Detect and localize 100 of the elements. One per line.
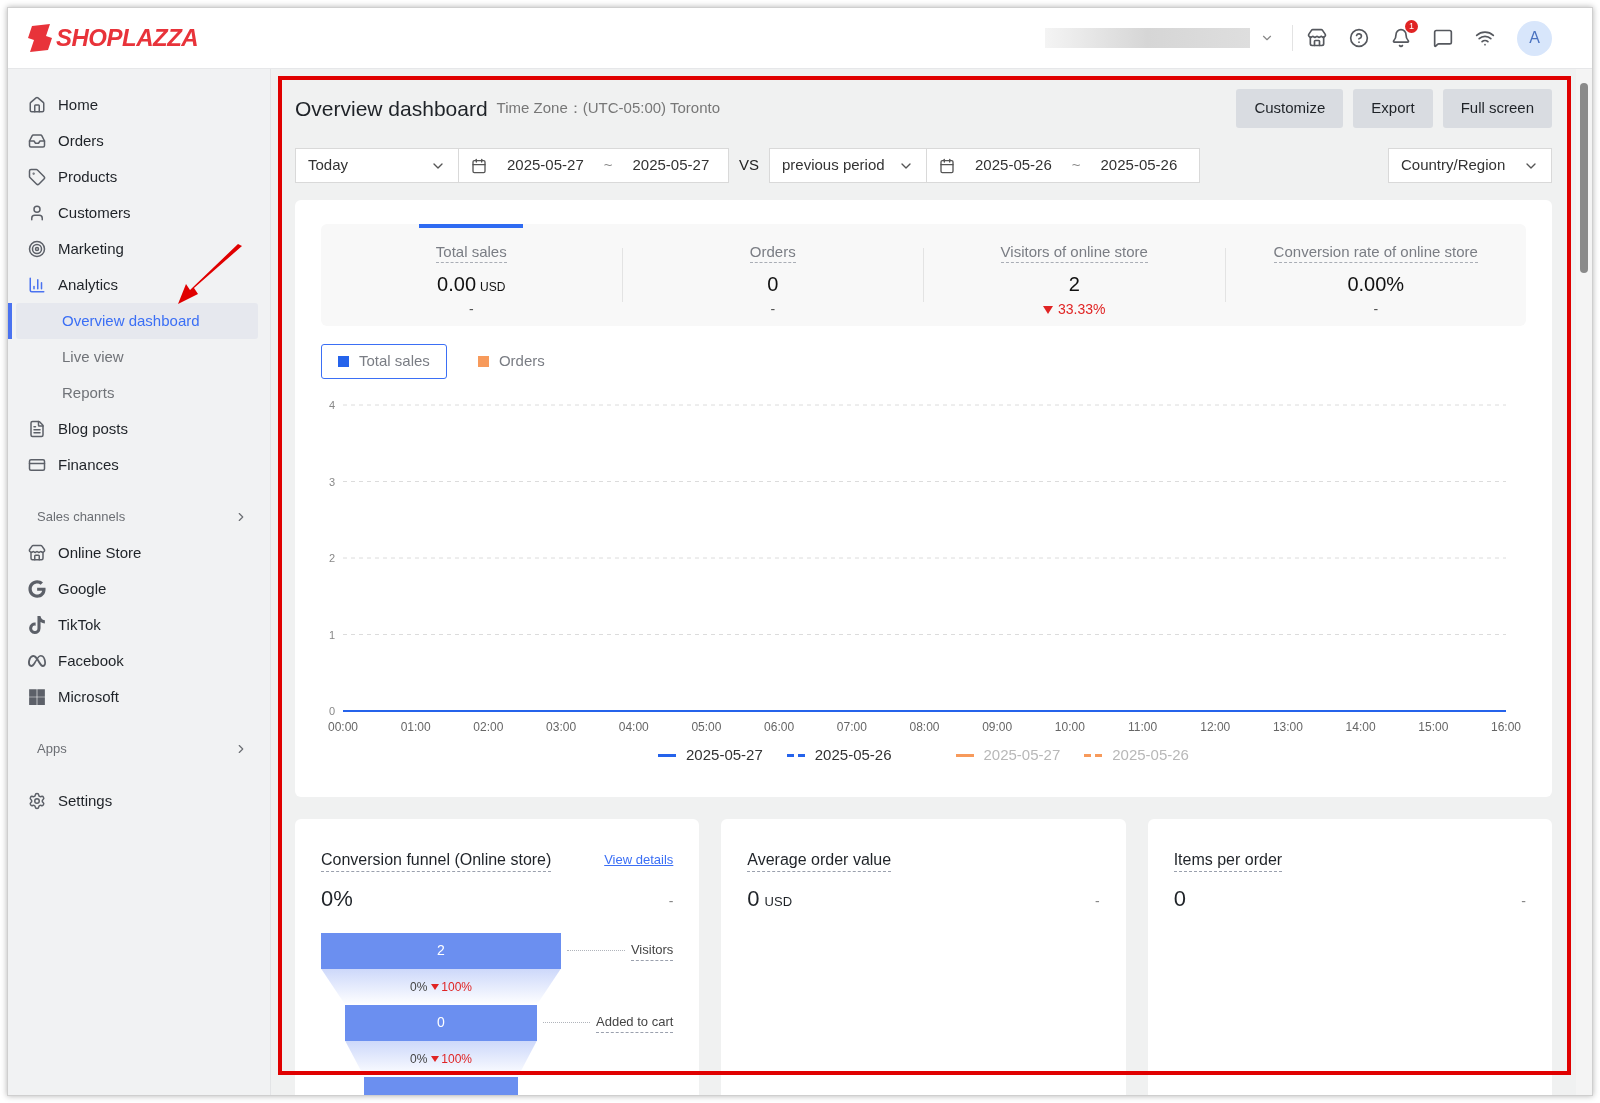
bar-chart-icon <box>28 276 46 294</box>
down-triangle-icon <box>431 983 440 990</box>
avatar[interactable]: A <box>1517 20 1552 56</box>
calendar-icon <box>939 157 955 174</box>
x-tick-label: 16:00 <box>1491 720 1521 734</box>
stage-label: Added to cart <box>596 1012 674 1033</box>
x-tick-label: 02:00 <box>473 720 504 734</box>
nav-item[interactable]: Orders <box>8 123 258 159</box>
x-tick-label: 10:00 <box>1054 720 1085 734</box>
store-icon <box>28 544 46 562</box>
document-icon <box>28 420 46 438</box>
settings-icon <box>28 792 46 810</box>
card-value: 0 <box>1173 884 1186 913</box>
card-title: Conversion funnel (Online store) <box>321 848 552 872</box>
period-select[interactable]: Today <box>295 148 459 183</box>
nav-item[interactable]: Google <box>8 571 258 607</box>
metric-value: 2 <box>1068 272 1080 297</box>
card-change: - <box>668 891 674 911</box>
metric-tab[interactable]: Orders 0 - <box>720 224 825 326</box>
toolbar-button[interactable]: Export <box>1353 89 1433 128</box>
card-change: - <box>1095 891 1100 911</box>
metric-change: - <box>770 300 776 319</box>
nav-item[interactable]: TikTok <box>8 607 258 643</box>
notification-badge: 1 <box>1405 20 1418 33</box>
help-icon[interactable] <box>1349 28 1369 48</box>
conversion-rate: 0% <box>409 1050 428 1068</box>
time-zone: Time Zone：(UTC-05:00) Toronto <box>496 98 721 119</box>
nav-item[interactable]: Marketing <box>8 231 258 267</box>
metric-label: Conversion rate of online store <box>1273 242 1478 263</box>
nav-item[interactable]: Settings <box>8 783 258 819</box>
card-value: 0 USD <box>747 884 793 913</box>
inbox-icon <box>28 132 46 150</box>
scrollbar[interactable] <box>1576 69 1592 1095</box>
drop-rate: 100% <box>431 977 472 996</box>
x-tick-label: 15:00 <box>1418 720 1449 734</box>
wifi-icon[interactable] <box>1475 28 1495 48</box>
conversion-rate: 0% <box>409 978 428 996</box>
nav-subitem[interactable]: Reports <box>16 375 258 411</box>
nav-item[interactable]: Analytics <box>8 267 258 303</box>
metric-label: Total sales <box>435 242 507 263</box>
logo[interactable]: SHOPLAZZA <box>28 20 199 56</box>
metric-value: 0.00% <box>1347 272 1405 297</box>
metric-change: 33.33% <box>1043 299 1106 320</box>
chart-toggle[interactable]: Orders <box>460 344 562 379</box>
section-header[interactable]: Apps <box>8 731 258 767</box>
x-tick-label: 00:00 <box>328 720 358 734</box>
calendar-icon <box>471 157 487 174</box>
card-title: Average order value <box>747 848 892 872</box>
compare-select[interactable]: previous period <box>769 148 927 183</box>
nav-subitem[interactable]: Live view <box>16 339 258 375</box>
region-select[interactable]: Country/Region <box>1388 148 1552 183</box>
vs-label: VS <box>739 155 759 176</box>
section-header[interactable]: Sales channels <box>8 499 258 535</box>
windows-logo-icon <box>28 688 46 706</box>
house-icon <box>28 96 46 114</box>
legend-item[interactable]: 2025-05-27 <box>658 744 763 767</box>
nav-item[interactable]: Online Store <box>8 535 258 571</box>
card-icon <box>28 456 46 474</box>
y-tick-label: 2 <box>328 552 335 564</box>
store-icon[interactable] <box>1307 28 1327 48</box>
nav-item[interactable]: Microsoft <box>8 679 258 715</box>
nav-item[interactable]: Blog posts <box>8 411 258 447</box>
chat-icon[interactable] <box>1433 28 1453 48</box>
x-tick-label: 12:00 <box>1200 720 1231 734</box>
x-tick-label: 13:00 <box>1272 720 1303 734</box>
page-title: Overview dashboard <box>295 95 488 122</box>
google-icon <box>28 580 46 598</box>
nav-item[interactable]: Facebook <box>8 643 258 679</box>
down-triangle-icon <box>431 1055 440 1062</box>
toolbar-button[interactable]: Customize <box>1236 89 1344 128</box>
notification-icon[interactable] <box>1391 28 1411 48</box>
metric-label: Orders <box>749 242 796 263</box>
metric-change: - <box>468 300 474 319</box>
nav-item[interactable]: Home <box>8 87 258 123</box>
nav-item[interactable]: Finances <box>8 447 258 483</box>
x-tick-label: 01:00 <box>400 720 431 734</box>
x-tick-label: 03:00 <box>546 720 577 734</box>
view-details-link[interactable]: View details <box>604 850 674 870</box>
metric-tab[interactable]: Conversion rate of online store 0.00% - <box>1273 224 1478 326</box>
legend-item[interactable]: 2025-05-26 <box>786 744 892 767</box>
nav-subitem[interactable]: Overview dashboard <box>16 303 258 339</box>
target-icon <box>28 240 46 258</box>
chart-toggle[interactable]: Total sales <box>321 344 447 379</box>
card-change: - <box>1521 891 1526 911</box>
x-tick-label: 11:00 <box>1128 720 1158 734</box>
y-tick-label: 1 <box>328 628 335 641</box>
date-range-field[interactable]: 2025-05-27 ~ 2025-05-27 <box>459 148 729 183</box>
metric-label: Visitors of online store <box>1000 242 1148 263</box>
logo-mark-icon <box>28 24 52 52</box>
x-tick-label: 06:00 <box>764 720 795 734</box>
x-tick-label: 09:00 <box>982 720 1013 734</box>
metric-tab[interactable]: Visitors of online store 2 33.33% <box>1000 224 1148 326</box>
compare-date-range-field[interactable]: 2025-05-26 ~ 2025-05-26 <box>927 148 1200 183</box>
x-tick-label: 08:00 <box>909 720 940 734</box>
x-tick-label: 14:00 <box>1345 720 1376 734</box>
toolbar-button[interactable]: Full screen <box>1442 89 1552 128</box>
nav-item[interactable]: Customers <box>8 195 258 231</box>
nav-item[interactable]: Products <box>8 159 258 195</box>
y-tick-label: 4 <box>328 399 335 411</box>
tag-icon <box>28 168 46 186</box>
